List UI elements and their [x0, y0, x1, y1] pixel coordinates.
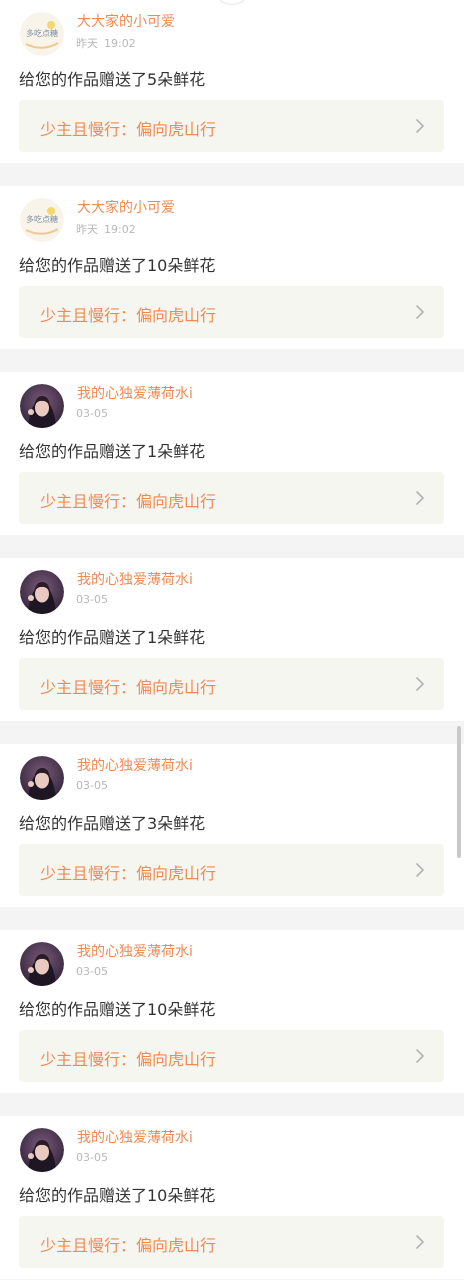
timestamp-time: 03-05: [76, 965, 108, 978]
photo-avatar[interactable]: [20, 384, 64, 428]
work-link[interactable]: 少主且慢行：偏向虎山行: [19, 844, 444, 896]
timestamp-time: 19:02: [104, 37, 136, 50]
timestamp: 03-05: [76, 779, 108, 792]
work-link[interactable]: 少主且慢行：偏向虎山行: [19, 286, 444, 338]
gift-message: 给您的作品赠送了1朵鲜花: [19, 628, 206, 647]
work-title: 少主且慢行：偏向虎山行: [40, 1236, 217, 1255]
chevron-right-icon: [415, 304, 425, 320]
timestamp-time: 03-05: [76, 593, 108, 606]
gift-message: 给您的作品赠送了1朵鲜花: [19, 442, 206, 461]
photo-avatar[interactable]: [20, 570, 64, 614]
work-title: 少主且慢行：偏向虎山行: [40, 492, 217, 511]
chevron-right-icon: [415, 490, 425, 506]
user-name[interactable]: 我的心独爱薄荷水i: [77, 755, 193, 775]
timestamp: 03-05: [76, 965, 108, 978]
timestamp-time: 19:02: [104, 223, 136, 236]
avatar-logo-text: 多吃点糖: [26, 28, 58, 38]
timestamp-day: 昨天: [76, 223, 98, 236]
timestamp: 03-05: [76, 407, 108, 420]
gift-message: 给您的作品赠送了10朵鲜花: [19, 1186, 216, 1205]
logo-avatar[interactable]: 多吃点糖: [20, 12, 64, 56]
notification-card: 多吃点糖 大大家的小可爱 昨天 19:02 给您的作品赠送了5朵鲜花 少主且慢行：…: [0, 0, 464, 163]
gift-message: 给您的作品赠送了10朵鲜花: [19, 1000, 216, 1019]
timestamp-time: 03-05: [76, 1151, 108, 1164]
chevron-right-icon: [415, 1048, 425, 1064]
photo-avatar[interactable]: [20, 756, 64, 800]
vertical-scrollbar[interactable]: [457, 726, 461, 858]
logo-avatar[interactable]: 多吃点糖: [20, 198, 64, 242]
user-name[interactable]: 我的心独爱薄荷水i: [77, 941, 193, 961]
avatar-logo-text: 多吃点糖: [26, 214, 58, 224]
notification-card: 我的心独爱薄荷水i 03-05 给您的作品赠送了10朵鲜花 少主且慢行：偏向虎山…: [0, 930, 464, 1093]
user-name[interactable]: 我的心独爱薄荷水i: [77, 569, 193, 589]
photo-avatar[interactable]: [20, 942, 64, 986]
notification-card: 我的心独爱薄荷水i 03-05 给您的作品赠送了1朵鲜花 少主且慢行：偏向虎山行: [0, 558, 464, 721]
user-name[interactable]: 我的心独爱薄荷水i: [77, 1127, 193, 1147]
timestamp-day: 昨天: [76, 37, 98, 50]
timestamp: 03-05: [76, 593, 108, 606]
work-title: 少主且慢行：偏向虎山行: [40, 678, 217, 697]
user-name[interactable]: 大大家的小可爱: [77, 11, 175, 31]
timestamp: 昨天 19:02: [76, 35, 136, 51]
timestamp-time: 03-05: [76, 407, 108, 420]
notification-card: 我的心独爱薄荷水i 03-05 给您的作品赠送了3朵鲜花 少主且慢行：偏向虎山行: [0, 744, 464, 907]
user-name[interactable]: 我的心独爱薄荷水i: [77, 383, 193, 403]
work-link[interactable]: 少主且慢行：偏向虎山行: [19, 1216, 444, 1268]
gift-message: 给您的作品赠送了5朵鲜花: [19, 70, 206, 89]
work-title: 少主且慢行：偏向虎山行: [40, 120, 217, 139]
work-link[interactable]: 少主且慢行：偏向虎山行: [19, 1030, 444, 1082]
notification-card: 我的心独爱薄荷水i 03-05 给您的作品赠送了1朵鲜花 少主且慢行：偏向虎山行: [0, 372, 464, 535]
chevron-right-icon: [415, 862, 425, 878]
timestamp: 昨天 19:02: [76, 221, 136, 237]
user-name[interactable]: 大大家的小可爱: [77, 197, 175, 217]
notification-list: 多吃点糖 大大家的小可爱 昨天 19:02 给您的作品赠送了5朵鲜花 少主且慢行：…: [0, 0, 464, 1279]
chevron-right-icon: [415, 118, 425, 134]
work-link[interactable]: 少主且慢行：偏向虎山行: [19, 658, 444, 710]
gift-message: 给您的作品赠送了10朵鲜花: [19, 256, 216, 275]
gift-message: 给您的作品赠送了3朵鲜花: [19, 814, 206, 833]
chevron-right-icon: [415, 1234, 425, 1250]
notification-page: 多吃点糖 大大家的小可爱 昨天 19:02 给您的作品赠送了5朵鲜花 少主且慢行：…: [0, 0, 464, 1280]
work-title: 少主且慢行：偏向虎山行: [40, 306, 217, 325]
photo-avatar[interactable]: [20, 1128, 64, 1172]
notification-card: 我的心独爱薄荷水i 03-05 给您的作品赠送了10朵鲜花 少主且慢行：偏向虎山…: [0, 1116, 464, 1279]
chevron-right-icon: [415, 676, 425, 692]
work-title: 少主且慢行：偏向虎山行: [40, 1050, 217, 1069]
notification-card: 多吃点糖 大大家的小可爱 昨天 19:02 给您的作品赠送了10朵鲜花 少主且慢行…: [0, 186, 464, 349]
timestamp: 03-05: [76, 1151, 108, 1164]
work-link[interactable]: 少主且慢行：偏向虎山行: [19, 100, 444, 152]
timestamp-time: 03-05: [76, 779, 108, 792]
work-title: 少主且慢行：偏向虎山行: [40, 864, 217, 883]
work-link[interactable]: 少主且慢行：偏向虎山行: [19, 472, 444, 524]
